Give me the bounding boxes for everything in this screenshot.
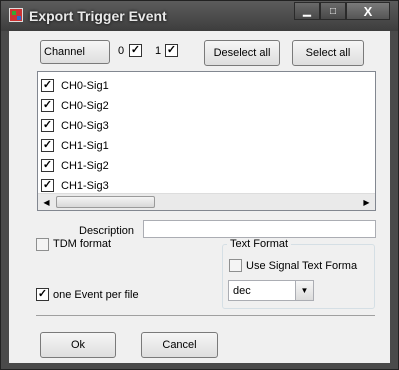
signal-label: CH1-Sig3 xyxy=(61,180,109,192)
export-trigger-event-window: Export Trigger Event ▁ □ X Channel 0 ✓ 1… xyxy=(0,0,399,370)
tdm-format-label: TDM format xyxy=(53,238,112,250)
deselect-all-button[interactable]: Deselect all xyxy=(204,40,280,66)
signal-checkbox[interactable]: ✓ xyxy=(41,139,54,152)
signal-list[interactable]: ✓ CH0-Sig1 ✓ CH0-Sig2 ✓ CH0-Sig3 ✓ CH1-S… xyxy=(37,71,376,211)
window-title: Export Trigger Event xyxy=(29,8,167,24)
title-bar[interactable]: Export Trigger Event ▁ □ X xyxy=(1,1,398,31)
chevron-down-icon[interactable]: ▼ xyxy=(295,281,313,300)
select-all-button[interactable]: Select all xyxy=(292,40,364,66)
tdm-format-checkbox[interactable] xyxy=(36,238,49,251)
channel-0-checkbox[interactable]: ✓ xyxy=(129,44,142,57)
channel-1-label: 1 xyxy=(155,45,162,57)
channel-selector[interactable]: Channel xyxy=(40,40,110,64)
list-item[interactable]: ✓ CH1-Sig1 xyxy=(38,136,375,156)
channel-1-checkbox[interactable]: ✓ xyxy=(165,44,178,57)
scroll-left-icon[interactable]: ◀ xyxy=(38,194,55,210)
caption-buttons: ▁ □ X xyxy=(294,2,390,21)
signal-checkbox[interactable]: ✓ xyxy=(41,159,54,172)
ok-button[interactable]: Ok xyxy=(40,332,116,358)
signal-checkbox[interactable]: ✓ xyxy=(41,119,54,132)
one-event-per-file-checkbox[interactable]: ✓ xyxy=(36,288,49,301)
list-item[interactable]: ✓ CH0-Sig2 xyxy=(38,96,375,116)
horizontal-scrollbar[interactable]: ◀ ▶ xyxy=(38,193,375,210)
text-format-value: dec xyxy=(233,285,251,297)
close-button[interactable]: X xyxy=(346,2,390,20)
list-item[interactable]: ✓ CH1-Sig2 xyxy=(38,156,375,176)
dialog-client-area: Channel 0 ✓ 1 ✓ Deselect all Select all … xyxy=(9,31,390,363)
app-icon xyxy=(9,8,23,22)
signal-label: CH0-Sig1 xyxy=(61,80,109,92)
text-format-dropdown[interactable]: dec ▼ xyxy=(228,280,314,301)
text-format-title: Text Format xyxy=(227,238,292,250)
scroll-thumb[interactable] xyxy=(56,196,155,208)
description-field[interactable] xyxy=(143,220,376,238)
list-item[interactable]: ✓ CH0-Sig1 xyxy=(38,76,375,96)
signal-label: CH1-Sig1 xyxy=(61,140,109,152)
description-label: Description xyxy=(79,225,135,237)
signal-label: CH1-Sig2 xyxy=(61,160,109,172)
signal-checkbox[interactable]: ✓ xyxy=(41,99,54,112)
signal-label: CH0-Sig2 xyxy=(61,100,109,112)
one-event-per-file-label: one Event per file xyxy=(53,289,139,301)
maximize-button[interactable]: □ xyxy=(320,2,346,20)
signal-label: CH0-Sig3 xyxy=(61,120,109,132)
channel-0-label: 0 xyxy=(118,45,125,57)
signal-checkbox[interactable]: ✓ xyxy=(41,79,54,92)
use-signal-text-format-label: Use Signal Text Forma xyxy=(246,260,358,272)
signal-checkbox[interactable]: ✓ xyxy=(41,179,54,192)
list-item[interactable]: ✓ CH0-Sig3 xyxy=(38,116,375,136)
use-signal-text-format-checkbox[interactable] xyxy=(229,259,242,272)
separator xyxy=(36,315,375,316)
minimize-button[interactable]: ▁ xyxy=(294,2,320,20)
cancel-button[interactable]: Cancel xyxy=(141,332,218,358)
scroll-right-icon[interactable]: ▶ xyxy=(358,194,375,210)
